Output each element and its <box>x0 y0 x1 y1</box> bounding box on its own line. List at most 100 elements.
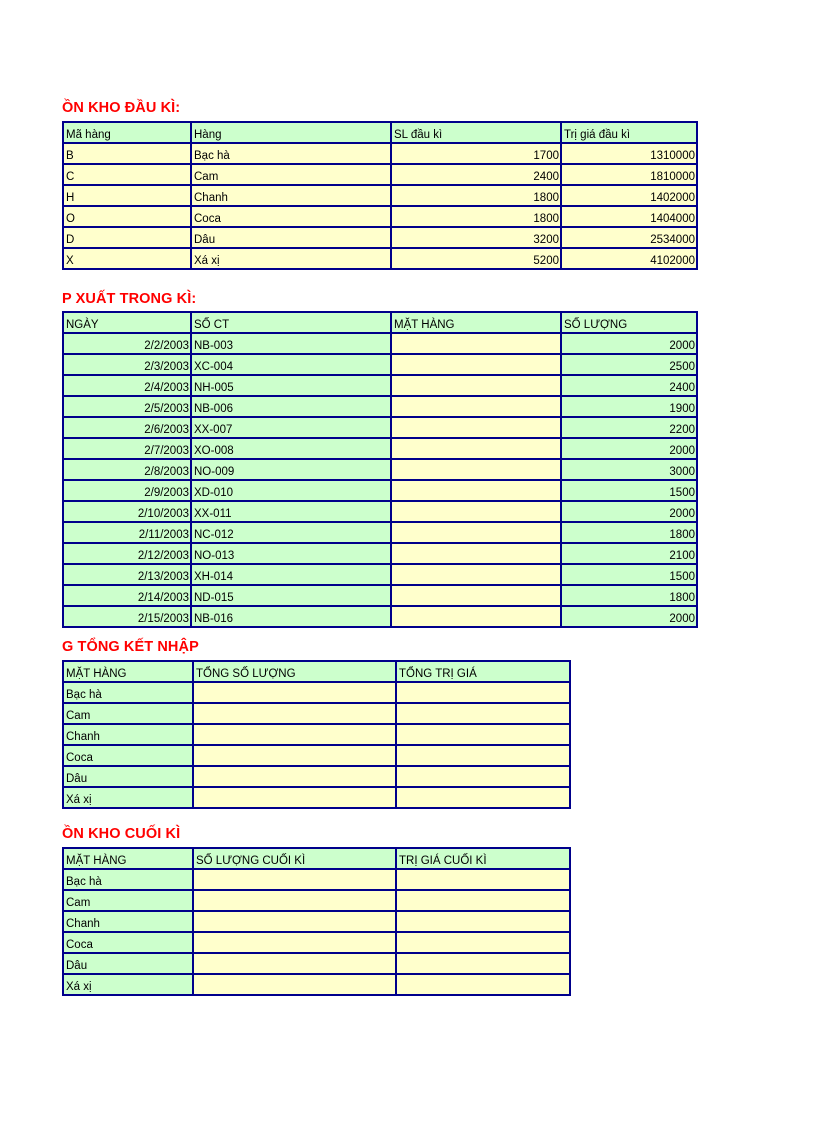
cell-so_luong[interactable]: 1500 <box>562 565 696 586</box>
cell-mat_hang[interactable] <box>392 544 562 565</box>
cell-so_ct[interactable]: XX-007 <box>192 418 392 439</box>
cell-so_ct[interactable]: XD-010 <box>192 481 392 502</box>
cell-ngay[interactable]: 2/10/2003 <box>64 502 192 523</box>
cell-sl_cuoi[interactable] <box>194 975 397 994</box>
cell-so_ct[interactable]: ND-015 <box>192 586 392 607</box>
cell-tong_tg[interactable] <box>397 683 569 704</box>
cell-sl_cuoi[interactable] <box>194 954 397 975</box>
cell-tong_sl[interactable] <box>194 746 397 767</box>
cell-ngay[interactable]: 2/9/2003 <box>64 481 192 502</box>
cell-sl[interactable]: 1700 <box>392 144 562 165</box>
cell-tong_sl[interactable] <box>194 683 397 704</box>
cell-hang[interactable]: Bạc hà <box>192 144 392 165</box>
cell-ngay[interactable]: 2/3/2003 <box>64 355 192 376</box>
cell-mat_hang[interactable] <box>392 397 562 418</box>
cell-so_luong[interactable]: 2000 <box>562 607 696 626</box>
cell-so_ct[interactable]: NB-006 <box>192 397 392 418</box>
cell-mat_hang[interactable]: Dâu <box>64 954 194 975</box>
cell-mat_hang[interactable] <box>392 418 562 439</box>
cell-tong_sl[interactable] <box>194 767 397 788</box>
cell-mat_hang[interactable] <box>392 355 562 376</box>
cell-so_luong[interactable]: 2100 <box>562 544 696 565</box>
cell-ngay[interactable]: 2/11/2003 <box>64 523 192 544</box>
cell-tri_gia[interactable]: 1310000 <box>562 144 696 165</box>
cell-ngay[interactable]: 2/13/2003 <box>64 565 192 586</box>
cell-mat_hang[interactable] <box>392 481 562 502</box>
cell-tong_tg[interactable] <box>397 767 569 788</box>
cell-tg_cuoi[interactable] <box>397 870 569 891</box>
cell-ngay[interactable]: 2/2/2003 <box>64 334 192 355</box>
cell-ngay[interactable]: 2/15/2003 <box>64 607 192 626</box>
cell-so_ct[interactable]: NB-016 <box>192 607 392 626</box>
cell-tg_cuoi[interactable] <box>397 912 569 933</box>
cell-tong_sl[interactable] <box>194 725 397 746</box>
cell-mat_hang[interactable] <box>392 565 562 586</box>
cell-hang[interactable]: Xá xị <box>192 249 392 268</box>
cell-so_luong[interactable]: 2400 <box>562 376 696 397</box>
cell-so_luong[interactable]: 1800 <box>562 523 696 544</box>
cell-ngay[interactable]: 2/6/2003 <box>64 418 192 439</box>
cell-sl[interactable]: 1800 <box>392 207 562 228</box>
cell-mat_hang[interactable]: Cam <box>64 704 194 725</box>
cell-mat_hang[interactable]: Xá xị <box>64 975 194 994</box>
cell-so_luong[interactable]: 2000 <box>562 439 696 460</box>
cell-ngay[interactable]: 2/12/2003 <box>64 544 192 565</box>
cell-mat_hang[interactable]: Cam <box>64 891 194 912</box>
cell-tong_tg[interactable] <box>397 788 569 807</box>
cell-so_luong[interactable]: 3000 <box>562 460 696 481</box>
cell-tri_gia[interactable]: 1810000 <box>562 165 696 186</box>
cell-tri_gia[interactable]: 1402000 <box>562 186 696 207</box>
cell-hang[interactable]: Dâu <box>192 228 392 249</box>
cell-sl_cuoi[interactable] <box>194 891 397 912</box>
cell-mat_hang[interactable]: Coca <box>64 746 194 767</box>
cell-tong_tg[interactable] <box>397 746 569 767</box>
cell-so_ct[interactable]: NC-012 <box>192 523 392 544</box>
cell-tri_gia[interactable]: 4102000 <box>562 249 696 268</box>
cell-hang[interactable]: Coca <box>192 207 392 228</box>
cell-ngay[interactable]: 2/14/2003 <box>64 586 192 607</box>
cell-mat_hang[interactable]: Chanh <box>64 912 194 933</box>
cell-so_ct[interactable]: NO-009 <box>192 460 392 481</box>
cell-ma_hang[interactable]: X <box>64 249 192 268</box>
cell-so_luong[interactable]: 1900 <box>562 397 696 418</box>
cell-tong_tg[interactable] <box>397 704 569 725</box>
cell-mat_hang[interactable] <box>392 376 562 397</box>
cell-mat_hang[interactable]: Chanh <box>64 725 194 746</box>
cell-mat_hang[interactable] <box>392 460 562 481</box>
cell-sl[interactable]: 2400 <box>392 165 562 186</box>
cell-so_luong[interactable]: 2200 <box>562 418 696 439</box>
cell-so_luong[interactable]: 2500 <box>562 355 696 376</box>
cell-tong_tg[interactable] <box>397 725 569 746</box>
cell-tg_cuoi[interactable] <box>397 891 569 912</box>
cell-so_ct[interactable]: XC-004 <box>192 355 392 376</box>
cell-hang[interactable]: Cam <box>192 165 392 186</box>
cell-so_ct[interactable]: NH-005 <box>192 376 392 397</box>
cell-tong_sl[interactable] <box>194 788 397 807</box>
cell-sl[interactable]: 3200 <box>392 228 562 249</box>
cell-so_ct[interactable]: NO-013 <box>192 544 392 565</box>
cell-so_ct[interactable]: NB-003 <box>192 334 392 355</box>
cell-sl_cuoi[interactable] <box>194 870 397 891</box>
cell-mat_hang[interactable] <box>392 607 562 626</box>
cell-ma_hang[interactable]: B <box>64 144 192 165</box>
cell-tong_sl[interactable] <box>194 704 397 725</box>
cell-ma_hang[interactable]: D <box>64 228 192 249</box>
cell-so_ct[interactable]: XH-014 <box>192 565 392 586</box>
cell-mat_hang[interactable] <box>392 502 562 523</box>
cell-tg_cuoi[interactable] <box>397 933 569 954</box>
cell-hang[interactable]: Chanh <box>192 186 392 207</box>
cell-so_ct[interactable]: XO-008 <box>192 439 392 460</box>
cell-sl[interactable]: 5200 <box>392 249 562 268</box>
cell-mat_hang[interactable] <box>392 439 562 460</box>
cell-ma_hang[interactable]: C <box>64 165 192 186</box>
cell-mat_hang[interactable]: Coca <box>64 933 194 954</box>
cell-so_luong[interactable]: 2000 <box>562 334 696 355</box>
cell-sl[interactable]: 1800 <box>392 186 562 207</box>
cell-so_luong[interactable]: 1500 <box>562 481 696 502</box>
cell-sl_cuoi[interactable] <box>194 933 397 954</box>
cell-tri_gia[interactable]: 2534000 <box>562 228 696 249</box>
cell-tg_cuoi[interactable] <box>397 975 569 994</box>
cell-mat_hang[interactable]: Xá xị <box>64 788 194 807</box>
cell-tri_gia[interactable]: 1404000 <box>562 207 696 228</box>
cell-mat_hang[interactable]: Dâu <box>64 767 194 788</box>
